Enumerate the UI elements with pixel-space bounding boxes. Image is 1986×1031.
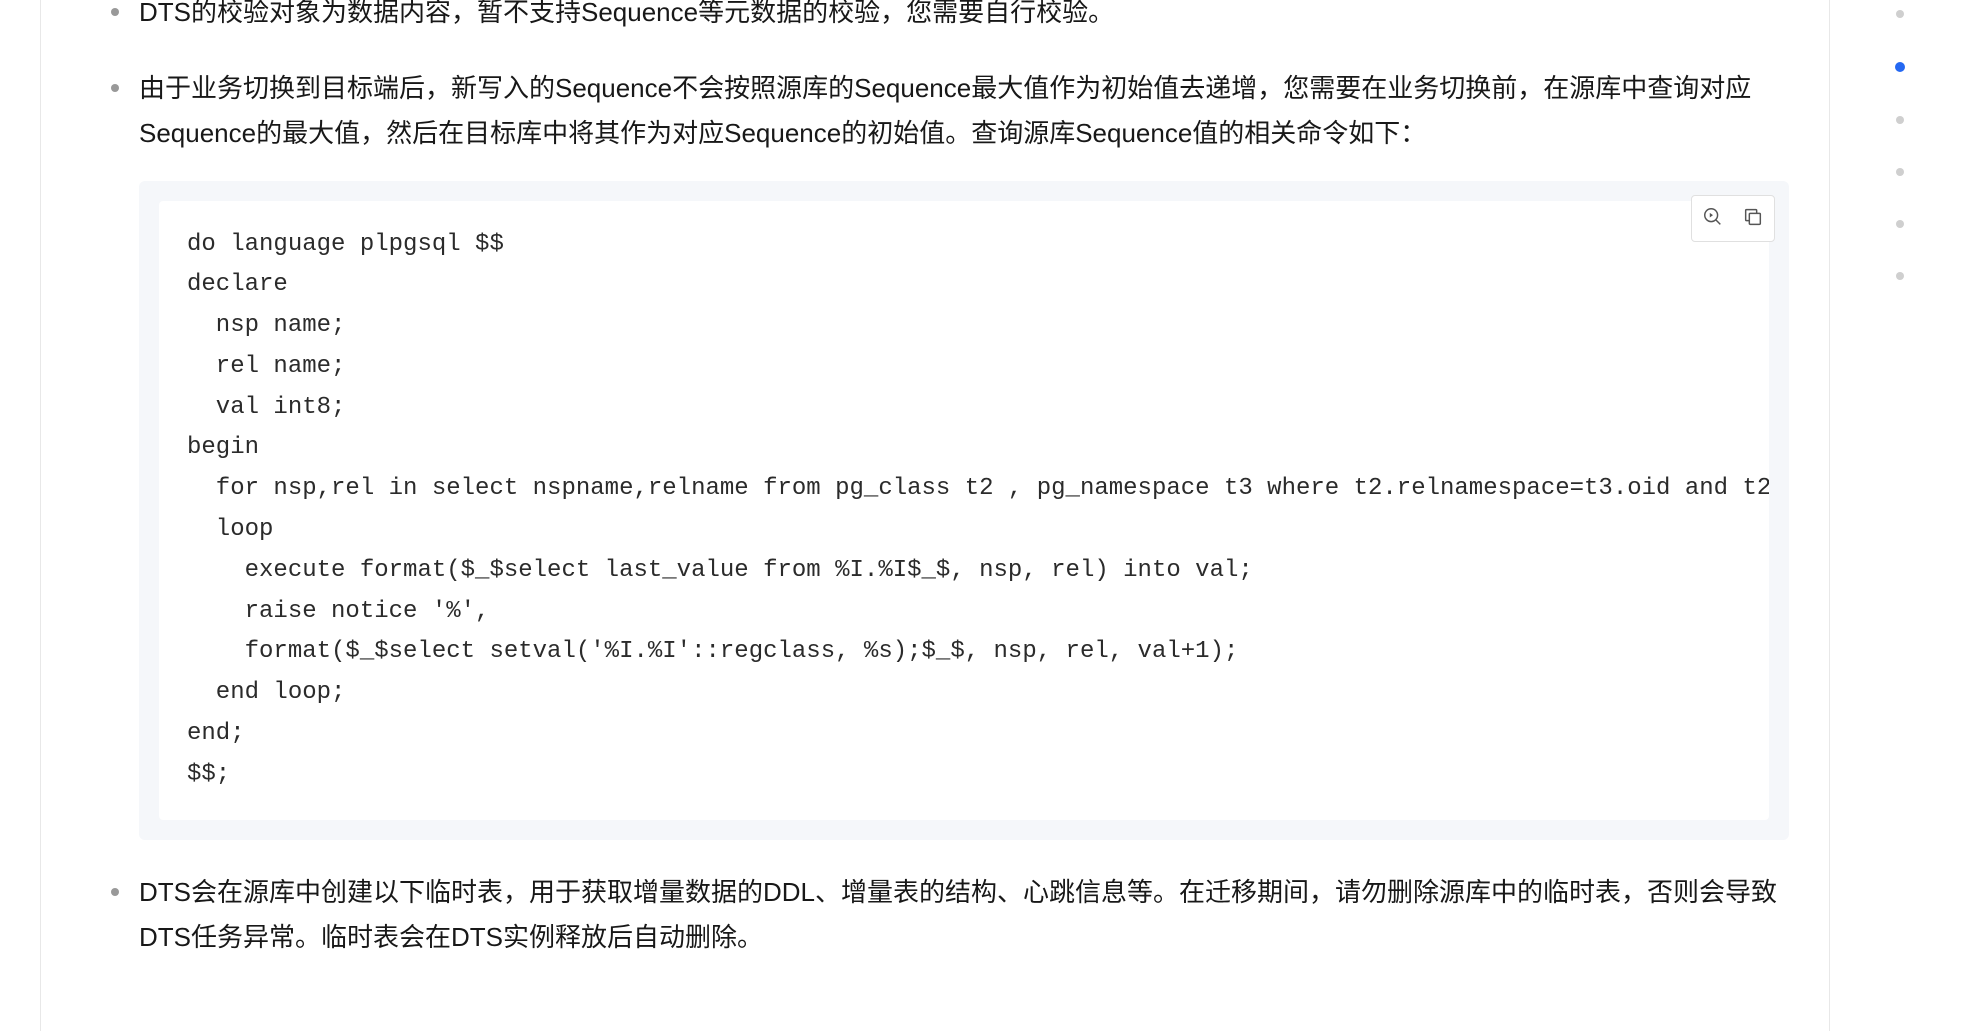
code-toolbar xyxy=(1691,195,1775,242)
copy-code-button[interactable] xyxy=(1736,200,1770,237)
bullet-list: DTS的校验对象为数据内容，暂不支持Sequence等元数据的校验，您需要自行校… xyxy=(81,0,1789,961)
list-item: DTS的校验对象为数据内容，暂不支持Sequence等元数据的校验，您需要自行校… xyxy=(111,0,1789,36)
nav-dot[interactable] xyxy=(1896,10,1904,18)
nav-dot[interactable] xyxy=(1896,220,1904,228)
section-nav-dots xyxy=(1870,0,1930,1031)
code-content: do language plpgsql $$ declare nsp name;… xyxy=(187,225,1741,796)
list-item: DTS会在源库中创建以下临时表，用于获取增量数据的DDL、增量表的结构、心跳信息… xyxy=(111,870,1789,961)
nav-dot[interactable] xyxy=(1896,116,1904,124)
code-block: do language plpgsql $$ declare nsp name;… xyxy=(139,181,1789,840)
list-item: 由于业务切换到目标端后，新写入的Sequence不会按照源库的Sequence最… xyxy=(111,66,1789,840)
copy-icon xyxy=(1742,206,1764,231)
code-scroll-container[interactable]: do language plpgsql $$ declare nsp name;… xyxy=(159,201,1769,820)
bullet-text-1: DTS的校验对象为数据内容，暂不支持Sequence等元数据的校验，您需要自行校… xyxy=(139,0,1114,27)
nav-dot[interactable] xyxy=(1896,272,1904,280)
nav-dot[interactable] xyxy=(1896,168,1904,176)
play-search-icon xyxy=(1702,206,1724,231)
content-area: DTS的校验对象为数据内容，暂不支持Sequence等元数据的校验，您需要自行校… xyxy=(0,0,1870,1031)
page-container: DTS的校验对象为数据内容，暂不支持Sequence等元数据的校验，您需要自行校… xyxy=(0,0,1986,1031)
nav-dot-active[interactable] xyxy=(1895,62,1905,72)
run-code-button[interactable] xyxy=(1696,200,1730,237)
content-card: DTS的校验对象为数据内容，暂不支持Sequence等元数据的校验，您需要自行校… xyxy=(40,0,1830,1031)
bullet-text-2: 由于业务切换到目标端后，新写入的Sequence不会按照源库的Sequence最… xyxy=(139,73,1751,149)
bullet-text-3: DTS会在源库中创建以下临时表，用于获取增量数据的DDL、增量表的结构、心跳信息… xyxy=(139,877,1777,953)
